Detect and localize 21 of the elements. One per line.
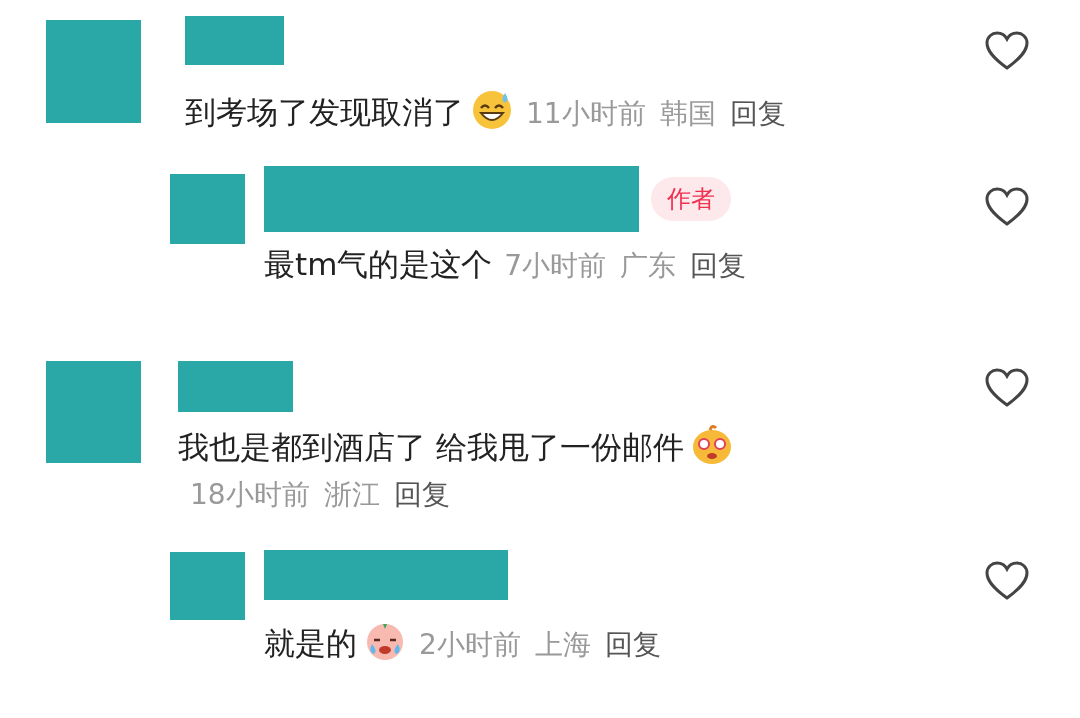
comment-text: 到考场了发现取消了: [185, 94, 464, 130]
heart-icon[interactable]: [984, 30, 1030, 72]
reply-link[interactable]: 回复: [729, 97, 786, 130]
comment-time: 11小时前: [526, 97, 646, 130]
comment-text: 最tm气的是这个: [264, 246, 493, 282]
author-badge: 作者: [651, 177, 731, 221]
comment-time: 18小时前: [190, 478, 310, 511]
comment-time: 7小时前: [504, 249, 607, 282]
reply-link[interactable]: 回复: [393, 478, 450, 511]
comment-location: 广东: [620, 249, 677, 282]
comment-location: 浙江: [323, 478, 380, 511]
comment-location: 韩国: [659, 97, 716, 130]
reply-link[interactable]: 回复: [604, 628, 661, 661]
comment-time: 2小时前: [419, 628, 521, 661]
heart-icon[interactable]: [984, 367, 1030, 409]
comment-text: 我也是都到酒店了 给我甩了一份邮件: [178, 429, 684, 465]
reply-link[interactable]: 回复: [690, 249, 747, 282]
comment-location: 上海: [534, 628, 591, 661]
heart-icon[interactable]: [984, 560, 1030, 602]
comment-text: 就是的: [264, 625, 357, 661]
heart-icon[interactable]: [984, 186, 1030, 228]
